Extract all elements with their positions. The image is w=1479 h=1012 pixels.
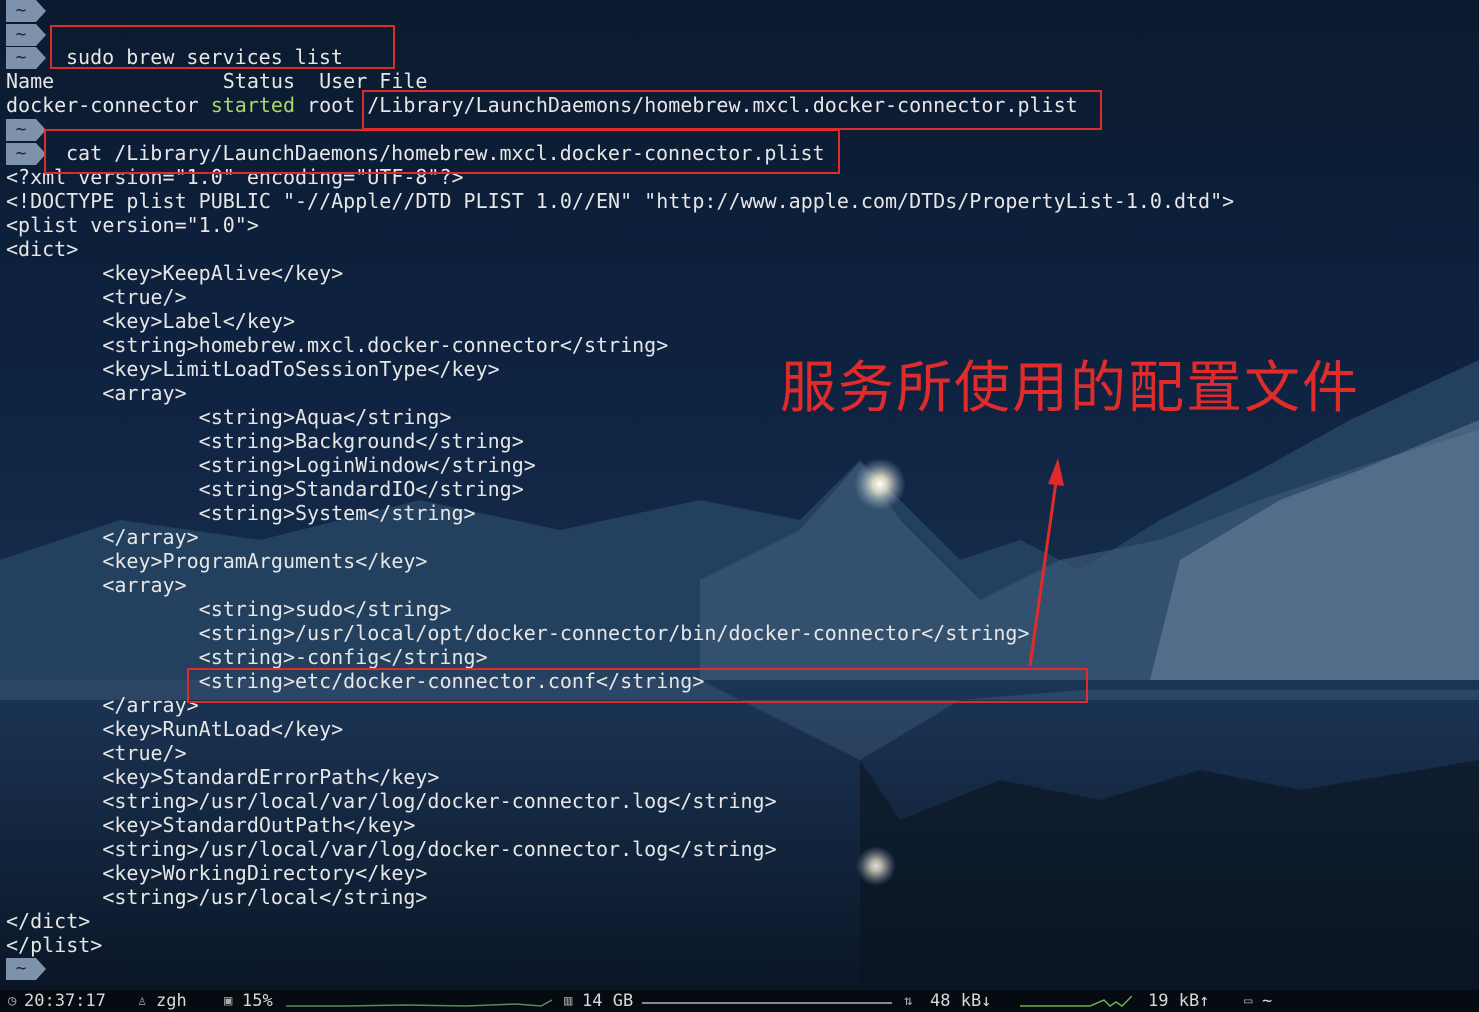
terminal-window[interactable]: ~ ~ ~ sudo brew services list Name Statu…	[0, 0, 1479, 990]
clock-time: 20:37:17	[24, 991, 106, 1011]
annotation-label: 服务所使用的配置文件	[780, 356, 1360, 421]
annotation-arrow	[1028, 458, 1064, 667]
memory-icon: ▥	[564, 993, 573, 1009]
status-bar: ◷ 20:37:17 ♙ zgh ▣ 15% ▥ 14 GB ⇅ 48 kB↓ …	[0, 990, 1479, 1012]
network-icon: ⇅	[904, 993, 913, 1009]
user-name: zgh	[156, 991, 187, 1011]
memory-usage: 14 GB	[582, 991, 634, 1011]
current-directory: ~	[1262, 991, 1273, 1011]
user-icon: ♙	[138, 993, 147, 1009]
cpu-sparkline	[286, 999, 552, 1007]
clock-icon: ◷	[8, 993, 17, 1009]
memory-bar	[642, 1002, 892, 1004]
network-sparkline	[1020, 995, 1132, 1007]
cpu-icon: ▣	[224, 993, 233, 1009]
folder-icon: ▭	[1244, 993, 1253, 1009]
network-up: 19 kB↑	[1148, 991, 1210, 1011]
cpu-usage: 15%	[242, 991, 273, 1011]
network-down: 48 kB↓	[930, 991, 992, 1011]
